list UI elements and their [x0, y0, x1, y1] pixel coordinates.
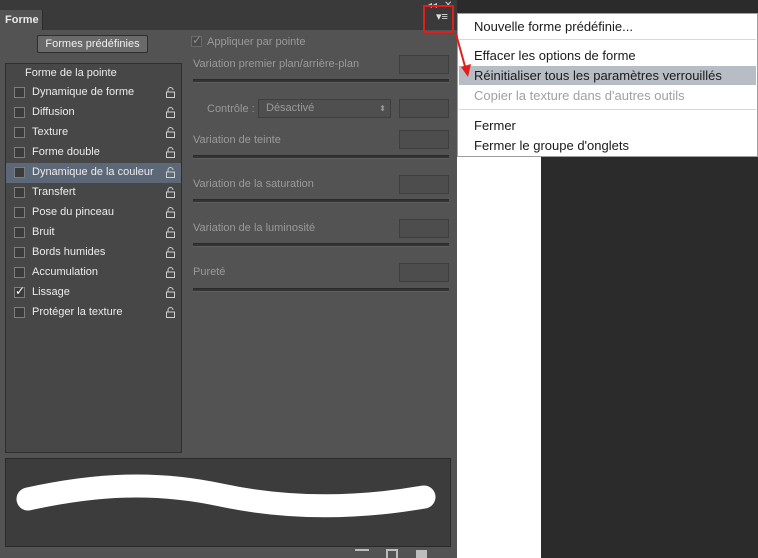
- list-item-brush-pose[interactable]: Pose du pinceau: [6, 203, 181, 223]
- list-item-label: Lissage: [32, 286, 70, 298]
- checkbox[interactable]: ✓: [14, 284, 26, 298]
- list-item-label: Dynamique de la couleur: [32, 166, 154, 178]
- purity-slider[interactable]: [193, 288, 449, 292]
- select-arrows-icon: ⬍: [379, 104, 386, 113]
- list-item-label: Diffusion: [32, 106, 75, 118]
- list-item-label: Bords humides: [32, 246, 106, 258]
- lock-icon[interactable]: [166, 207, 175, 218]
- menu-separator: [459, 109, 756, 110]
- list-item-label: Protéger la texture: [32, 306, 123, 318]
- tab-forme[interactable]: Forme: [0, 10, 43, 30]
- checkmark-icon: ✓: [15, 284, 26, 298]
- list-item-label: Dynamique de forme: [32, 86, 135, 98]
- control-select-value: Désactivé: [266, 102, 315, 114]
- checkbox[interactable]: [14, 127, 25, 138]
- list-item-scattering[interactable]: Diffusion: [6, 103, 181, 123]
- list-item-transfer[interactable]: Transfert: [6, 183, 181, 203]
- hue-jitter-label: Variation de teinte: [193, 134, 281, 146]
- checkbox[interactable]: [14, 167, 25, 178]
- new-preset-icon[interactable]: [416, 550, 427, 558]
- list-item-texture[interactable]: Texture: [6, 123, 181, 143]
- list-item-label: Bruit: [32, 226, 55, 238]
- list-item-protect-texture[interactable]: Protéger la texture: [6, 303, 181, 323]
- menu-separator: [459, 39, 756, 40]
- purity-value[interactable]: [399, 263, 449, 282]
- brightness-jitter-slider[interactable]: [193, 243, 449, 247]
- lock-icon[interactable]: [166, 127, 175, 138]
- checkbox[interactable]: [14, 267, 25, 278]
- list-item-wet-edges[interactable]: Bords humides: [6, 243, 181, 263]
- list-item-label: Transfert: [32, 186, 76, 198]
- menu-item-close[interactable]: Fermer: [474, 118, 516, 133]
- checkbox[interactable]: [14, 87, 25, 98]
- hue-jitter-slider[interactable]: [193, 155, 449, 159]
- list-item-noise[interactable]: Bruit: [6, 223, 181, 243]
- stroke-preview-graphic: [16, 474, 436, 518]
- saturation-jitter-slider[interactable]: [193, 199, 449, 203]
- checkbox[interactable]: [14, 147, 25, 158]
- checkbox[interactable]: [14, 207, 25, 218]
- checkmark-icon: ✓: [192, 33, 203, 47]
- menu-item-reset-all-locked[interactable]: Réinitialiser tous les paramètres verrou…: [474, 68, 722, 83]
- list-item-label: Accumulation: [32, 266, 99, 278]
- lock-icon[interactable]: [166, 147, 175, 158]
- list-item-smoothing[interactable]: ✓ Lissage: [6, 283, 181, 303]
- lock-icon[interactable]: [166, 167, 175, 178]
- menu-item-close-tab-group[interactable]: Fermer le groupe d'onglets: [474, 138, 629, 153]
- control-label: Contrôle :: [207, 103, 255, 115]
- menu-item-new-preset[interactable]: Nouvelle forme prédéfinie...: [474, 19, 633, 34]
- brightness-jitter-value[interactable]: [399, 219, 449, 238]
- toggle-brush-panel-icon[interactable]: [355, 549, 369, 558]
- lock-icon[interactable]: [166, 267, 175, 278]
- brush-tip-shape-header[interactable]: Forme de la pointe: [25, 67, 117, 79]
- lock-icon[interactable]: [166, 307, 175, 318]
- list-item-label: Forme double: [32, 146, 100, 158]
- grid-icon[interactable]: [386, 549, 398, 558]
- lock-icon[interactable]: [166, 87, 175, 98]
- apply-per-tip-checkbox[interactable]: ✓: [191, 33, 203, 47]
- control-select[interactable]: Désactivé ⬍: [258, 99, 391, 118]
- lock-icon[interactable]: [166, 247, 175, 258]
- hue-jitter-value[interactable]: [399, 130, 449, 149]
- checkbox[interactable]: [14, 107, 25, 118]
- checkbox[interactable]: [14, 247, 25, 258]
- list-item-label: Texture: [32, 126, 69, 138]
- checkbox[interactable]: [14, 187, 25, 198]
- list-item-build-up[interactable]: Accumulation: [6, 263, 181, 283]
- canvas-background: [457, 157, 541, 558]
- fg-bg-jitter-label: Variation premier plan/arrière-plan: [193, 58, 360, 70]
- menu-item-copy-texture: Copier la texture dans d'autres outils: [474, 88, 685, 103]
- saturation-jitter-value[interactable]: [399, 175, 449, 194]
- menu-item-clear-brush-controls[interactable]: Effacer les options de forme: [474, 48, 636, 63]
- brush-stroke-preview: [5, 458, 451, 547]
- panel-title-bar: [0, 0, 457, 30]
- list-item-shape-dynamics[interactable]: Dynamique de forme: [6, 83, 181, 103]
- apply-per-tip-label: Appliquer par pointe: [207, 36, 306, 48]
- list-item-dual-brush[interactable]: Forme double: [6, 143, 181, 163]
- purity-label: Pureté: [193, 266, 226, 278]
- brush-presets-button[interactable]: Formes prédéfinies: [37, 35, 148, 53]
- list-item-color-dynamics[interactable]: Dynamique de la couleur: [6, 163, 181, 183]
- lock-icon[interactable]: [166, 107, 175, 118]
- lock-icon[interactable]: [166, 227, 175, 238]
- panel-footer: [0, 549, 457, 558]
- panel-flyout-menu: Nouvelle forme prédéfinie... Effacer les…: [457, 13, 758, 157]
- annotation-arrow: [455, 33, 471, 77]
- fg-bg-jitter-slider[interactable]: [193, 79, 449, 83]
- control-value-box[interactable]: [399, 99, 449, 118]
- list-item-label: Pose du pinceau: [32, 206, 114, 218]
- saturation-jitter-label: Variation de la saturation: [193, 178, 314, 190]
- brightness-jitter-label: Variation de la luminosité: [193, 222, 316, 234]
- lock-icon[interactable]: [166, 287, 175, 298]
- checkbox[interactable]: [14, 227, 25, 238]
- lock-icon[interactable]: [166, 187, 175, 198]
- checkbox[interactable]: [14, 307, 25, 318]
